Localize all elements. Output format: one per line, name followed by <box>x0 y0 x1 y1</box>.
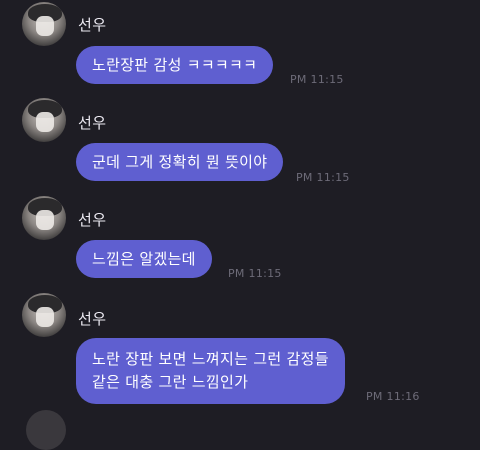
message-bubble[interactable]: 노란 장판 보면 느껴지는 그런 감정들 같은 대충 그란 느낌인가 <box>76 338 345 404</box>
sender-avatar[interactable] <box>22 196 66 240</box>
message-bubble[interactable]: 노란장판 감성 ㅋㅋㅋㅋㅋ <box>76 46 274 84</box>
message-line: 같은 대충 그란 느낌인가 <box>92 373 249 391</box>
sender-name: 선우 <box>78 211 107 229</box>
sender-avatar[interactable] <box>22 98 66 142</box>
message-time: PM 11:16 <box>366 390 420 403</box>
sender-name: 선우 <box>78 16 107 34</box>
sender-avatar[interactable] <box>22 2 66 46</box>
message-time: PM 11:15 <box>296 171 350 184</box>
chat-thread: 선우 노란장판 감성 ㅋㅋㅋㅋㅋ PM 11:15 선우 군데 그게 정확히 뭔… <box>0 0 480 450</box>
sender-avatar[interactable] <box>22 293 66 337</box>
sender-name: 선우 <box>78 310 107 328</box>
sender-name: 선우 <box>78 114 107 132</box>
message-time: PM 11:15 <box>228 267 282 280</box>
message-bubble[interactable]: 군데 그게 정확히 뭔 뜻이야 <box>76 143 284 181</box>
sender-avatar[interactable] <box>26 410 66 450</box>
message-bubble[interactable]: 느낌은 알겠는데 <box>76 240 212 278</box>
message-time: PM 11:15 <box>290 73 344 86</box>
message-line: 노란 장판 보면 느껴지는 그런 감정들 <box>92 350 329 368</box>
